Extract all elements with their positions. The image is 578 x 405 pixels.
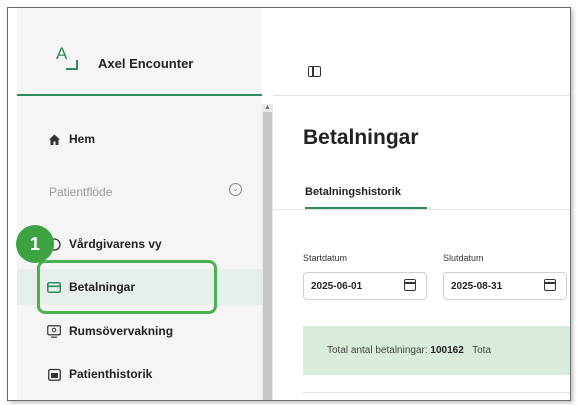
total-payments-value: 100162: [430, 345, 464, 356]
calendar-icon[interactable]: [404, 279, 416, 291]
sidebar-item-patienthistorik[interactable]: Patienthistorik: [17, 356, 262, 392]
sidebar-item-label: Rumsövervakning: [69, 324, 174, 338]
sidebar-group-label: Patientflöde: [49, 185, 113, 199]
brand-header: A Axel Encounter: [17, 8, 262, 96]
start-date-field[interactable]: 2025-06-01: [303, 272, 427, 300]
total-payments-label: Total antal betalningar:: [327, 345, 428, 356]
tabs-divider: [273, 209, 570, 210]
chevron-down-icon[interactable]: ⌄: [229, 183, 242, 196]
end-date-value: 2025-08-31: [451, 281, 503, 292]
step-callout-badge: 1: [16, 225, 54, 263]
summary-next-label: Tota: [472, 345, 492, 356]
sidebar: A Axel Encounter Hem Patientflöde ⌄ Vård…: [17, 8, 262, 400]
top-bar: [273, 8, 570, 96]
monitor-icon: [47, 324, 61, 338]
sidebar-scrollbar[interactable]: ▲: [262, 104, 273, 400]
end-date-label: Slutdatum: [443, 253, 484, 263]
brand-name: Axel Encounter: [98, 56, 194, 71]
tab-betalningshistorik[interactable]: Betalningshistorik: [305, 186, 401, 198]
calendar-icon: [47, 367, 61, 381]
end-date-field[interactable]: 2025-08-31: [443, 272, 567, 300]
summary-text: Total antal betalningar: 100162 Tota: [327, 345, 491, 356]
content-divider: [303, 392, 570, 393]
step-highlight-box: [37, 260, 217, 314]
sidebar-item-label: Patienthistorik: [69, 367, 153, 381]
sidebar-item-label: Hem: [69, 132, 96, 146]
scrollbar-thumb[interactable]: [263, 112, 272, 400]
calendar-icon[interactable]: [544, 279, 556, 291]
scroll-up-icon[interactable]: ▲: [264, 104, 271, 111]
start-date-value: 2025-06-01: [311, 281, 363, 292]
brand-logo: A: [56, 44, 88, 74]
sidebar-item-label: Vårdgivarens vy: [69, 237, 162, 251]
start-date-label: Startdatum: [303, 253, 348, 263]
sidebar-item-hem[interactable]: Hem: [17, 121, 262, 157]
sidebar-item-rumsovervakning[interactable]: Rumsövervakning: [17, 313, 262, 349]
main-content: Betalningar Betalningshistorik Startdatu…: [273, 8, 570, 400]
sidebar-toggle-icon[interactable]: [308, 66, 321, 77]
payments-summary-banner: Total antal betalningar: 100162 Tota: [303, 326, 570, 375]
app-window: A Axel Encounter Hem Patientflöde ⌄ Vård…: [7, 7, 571, 401]
page-title: Betalningar: [303, 126, 419, 149]
home-icon: [47, 132, 61, 146]
